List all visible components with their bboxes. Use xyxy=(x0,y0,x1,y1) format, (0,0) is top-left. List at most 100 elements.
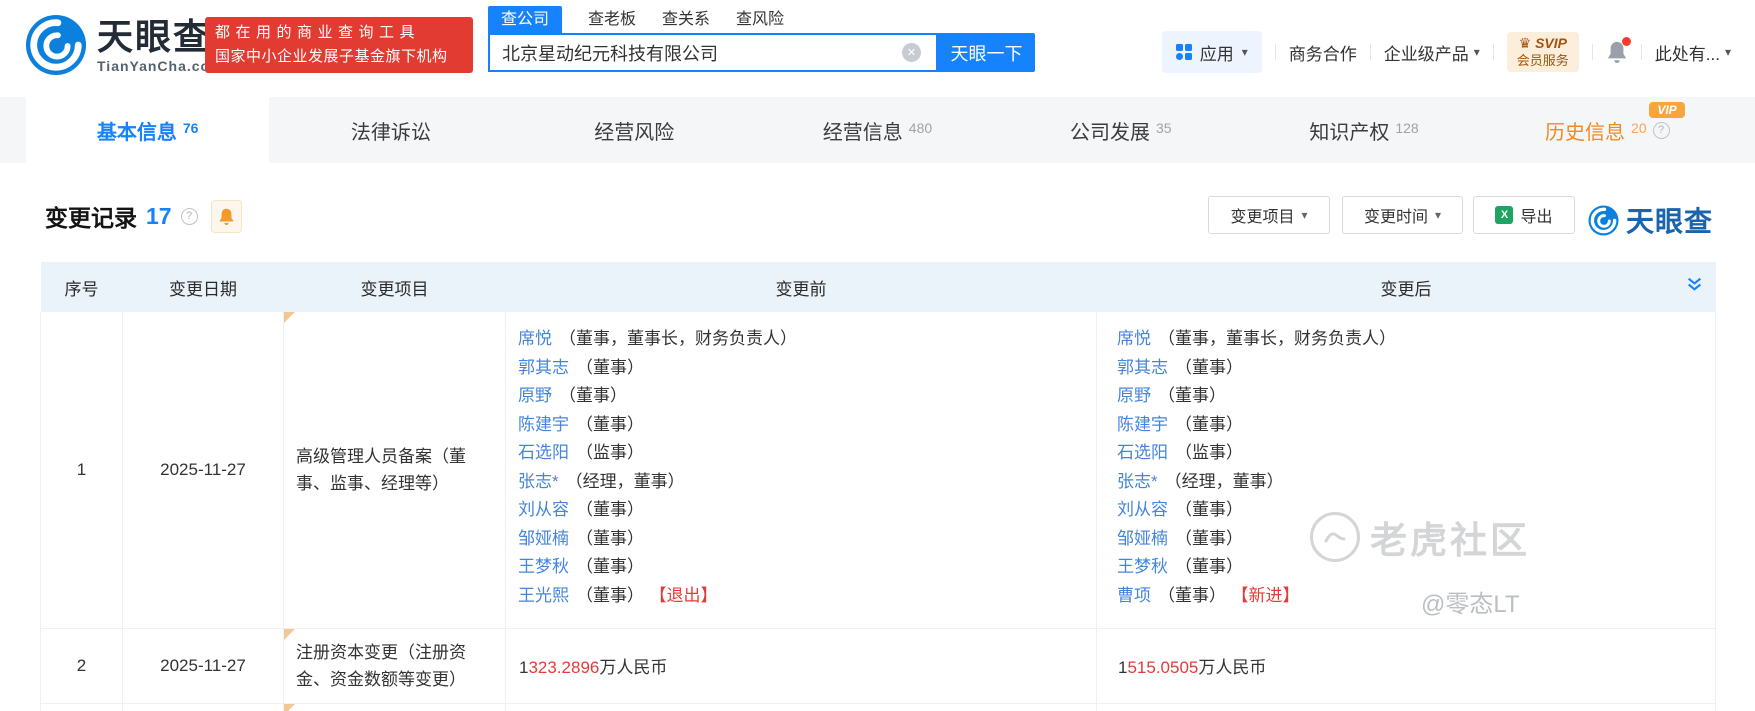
officer-entry: 张志* （经理，董事） xyxy=(518,468,1086,497)
row-after-cell: 1515.0505万人民币 xyxy=(1096,628,1716,704)
search-tab-boss[interactable]: 查老板 xyxy=(588,6,636,33)
officer-link[interactable]: 郭其志 xyxy=(1117,358,1168,377)
chevron-down-icon: ▾ xyxy=(1724,45,1731,59)
slogan-badge: 都在用的商业查询工具 国家中小企业发展子基金旗下机构 xyxy=(205,17,473,73)
officer-role: （董事） xyxy=(1175,500,1243,519)
officer-entry: 郭其志 （董事） xyxy=(518,354,1086,383)
officer-link[interactable]: 席悦 xyxy=(1117,329,1151,348)
exit-tag: 【退出】 xyxy=(658,585,718,605)
officer-link[interactable]: 原野 xyxy=(518,386,552,405)
search-tab-relation[interactable]: 查关系 xyxy=(662,6,710,33)
slogan-line-2: 国家中小企业发展子基金旗下机构 xyxy=(215,48,448,65)
tab-history-info[interactable]: VIP 历史信息 20 ? xyxy=(1486,97,1729,163)
change-record-table: 序号 变更日期 变更项目 变更前 变更后 1 2025-11-27 高级管理人员… xyxy=(40,262,1716,711)
tab-operating-risk[interactable]: 经营风险 xyxy=(513,97,756,163)
search-tabs: 查公司 查老板 查关系 查风险 xyxy=(488,6,784,33)
officer-link[interactable]: 张志* xyxy=(1117,472,1158,491)
search-tab-company[interactable]: 查公司 xyxy=(488,6,563,33)
officer-entry: 原野 （董事） xyxy=(1117,382,1705,411)
officer-entry: 曹项 （董事） 【新进】 xyxy=(1117,582,1705,611)
officer-link[interactable]: 席悦 xyxy=(518,329,552,348)
officer-entry: 张志* （经理，董事） xyxy=(1117,468,1705,497)
divider xyxy=(1640,44,1642,60)
tab-count: 480 xyxy=(908,120,933,136)
officer-link[interactable]: 郭其志 xyxy=(518,358,569,377)
nav-business-cooperation[interactable]: 商务合作 xyxy=(1289,40,1357,65)
vip-badge: VIP xyxy=(1649,102,1685,118)
apps-menu[interactable]: 应用 ▾ xyxy=(1161,31,1262,73)
officer-entry: 郭其志 （董事） xyxy=(1117,354,1705,383)
tab-basic-info[interactable]: 基本信息 76 xyxy=(26,97,270,163)
account-menu[interactable]: 此处有... ▾ xyxy=(1655,40,1731,65)
officer-role: （经理，董事） xyxy=(565,471,685,491)
clear-icon[interactable]: ✕ xyxy=(902,43,921,62)
help-icon[interactable]: ? xyxy=(180,207,198,225)
officer-role: （董事） xyxy=(559,386,627,405)
notification-dot xyxy=(1621,37,1631,46)
officer-entry: 王梦秋 （董事） xyxy=(1117,553,1705,582)
officer-role: （董事） xyxy=(1158,585,1226,605)
subscribe-bell-button[interactable] xyxy=(210,199,242,233)
tab-intellectual-property[interactable]: 知识产权 128 xyxy=(1242,97,1485,163)
tianyancha-logo[interactable]: 天眼查 TianYanCha.com xyxy=(25,14,224,76)
row-date: 2025-11-27 xyxy=(122,628,284,704)
search-tab-risk[interactable]: 查风险 xyxy=(736,6,784,33)
export-button[interactable]: X 导出 xyxy=(1473,196,1575,234)
nav-enterprise-products[interactable]: 企业级产品 ▾ xyxy=(1384,40,1480,65)
tab-count: 20 xyxy=(1631,120,1647,136)
logo-swirl-icon xyxy=(25,14,87,76)
officer-role: （董事） xyxy=(576,357,644,377)
officer-link[interactable]: 刘从容 xyxy=(1117,500,1168,519)
officer-link[interactable]: 陈建宇 xyxy=(518,415,569,434)
section-title: 变更记录 xyxy=(45,205,137,231)
officer-link[interactable]: 邹娅楠 xyxy=(1117,529,1168,548)
apps-grid-icon xyxy=(1175,44,1192,60)
officer-role: （董事） xyxy=(1175,557,1243,576)
officer-role: （监事） xyxy=(1175,443,1243,462)
tab-legal-proceedings[interactable]: 法律诉讼 xyxy=(269,97,512,163)
double-chevron-icon[interactable] xyxy=(1686,276,1703,298)
svip-badge[interactable]: ♛ SVIP 会员服务 xyxy=(1506,32,1579,72)
tab-company-development[interactable]: 公司发展 35 xyxy=(999,97,1242,163)
divider xyxy=(1369,44,1371,60)
filter-change-item-button[interactable]: 变更项目 ▾ xyxy=(1208,196,1330,234)
row-date: 2025-11-27 xyxy=(122,312,284,629)
officer-link[interactable]: 邹娅楠 xyxy=(518,529,569,548)
row-no xyxy=(40,703,123,711)
officer-link[interactable]: 陈建宇 xyxy=(1117,415,1168,434)
officer-link[interactable]: 曹项 xyxy=(1117,586,1151,605)
officer-role: （董事） xyxy=(1175,528,1243,548)
officer-link[interactable]: 王梦秋 xyxy=(518,557,569,576)
chevron-down-icon: ▾ xyxy=(1473,45,1480,59)
row-after-cell xyxy=(1096,703,1716,711)
officer-link[interactable]: 张志* xyxy=(518,472,559,491)
officer-link[interactable]: 原野 xyxy=(1117,386,1151,405)
officer-link[interactable]: 石选阳 xyxy=(1117,443,1168,462)
capital-changed-digits: 515.0505 xyxy=(1127,658,1199,677)
officer-link[interactable]: 王梦秋 xyxy=(1117,557,1168,576)
filter-change-time-button[interactable]: 变更时间 ▾ xyxy=(1342,196,1463,234)
officer-entry: 刘从容 （董事） xyxy=(1117,496,1705,525)
search-button[interactable]: 天眼一下 xyxy=(938,33,1035,72)
tab-operating-info[interactable]: 经营信息 480 xyxy=(756,97,999,163)
bell-icon xyxy=(219,208,234,225)
officer-role: （董事） xyxy=(576,414,644,434)
officer-link[interactable]: 刘从容 xyxy=(518,500,569,519)
officer-link[interactable]: 石选阳 xyxy=(518,443,569,462)
tab-label: 经营风险 xyxy=(594,121,675,144)
tab-label: 基本信息 xyxy=(96,121,177,144)
brand-name: 天眼查 xyxy=(1626,206,1714,237)
row-before-cell xyxy=(505,703,1097,711)
row-before-cell: 1323.2896万人民币 xyxy=(505,628,1097,704)
help-icon[interactable]: ? xyxy=(1652,121,1670,139)
notification-bell[interactable] xyxy=(1606,37,1631,64)
table-row xyxy=(40,703,1716,711)
officer-link[interactable]: 王光熙 xyxy=(518,586,569,605)
officer-entry: 王梦秋 （董事） xyxy=(518,553,1086,582)
svip-label: SVIP xyxy=(1535,35,1567,51)
search-input[interactable] xyxy=(488,33,938,72)
officer-role: （监事） xyxy=(576,443,644,462)
table-header-row: 序号 变更日期 变更项目 变更前 变更后 xyxy=(40,262,1716,312)
chevron-down-icon: ▾ xyxy=(1301,208,1308,222)
officer-role: （董事） xyxy=(1175,357,1243,377)
